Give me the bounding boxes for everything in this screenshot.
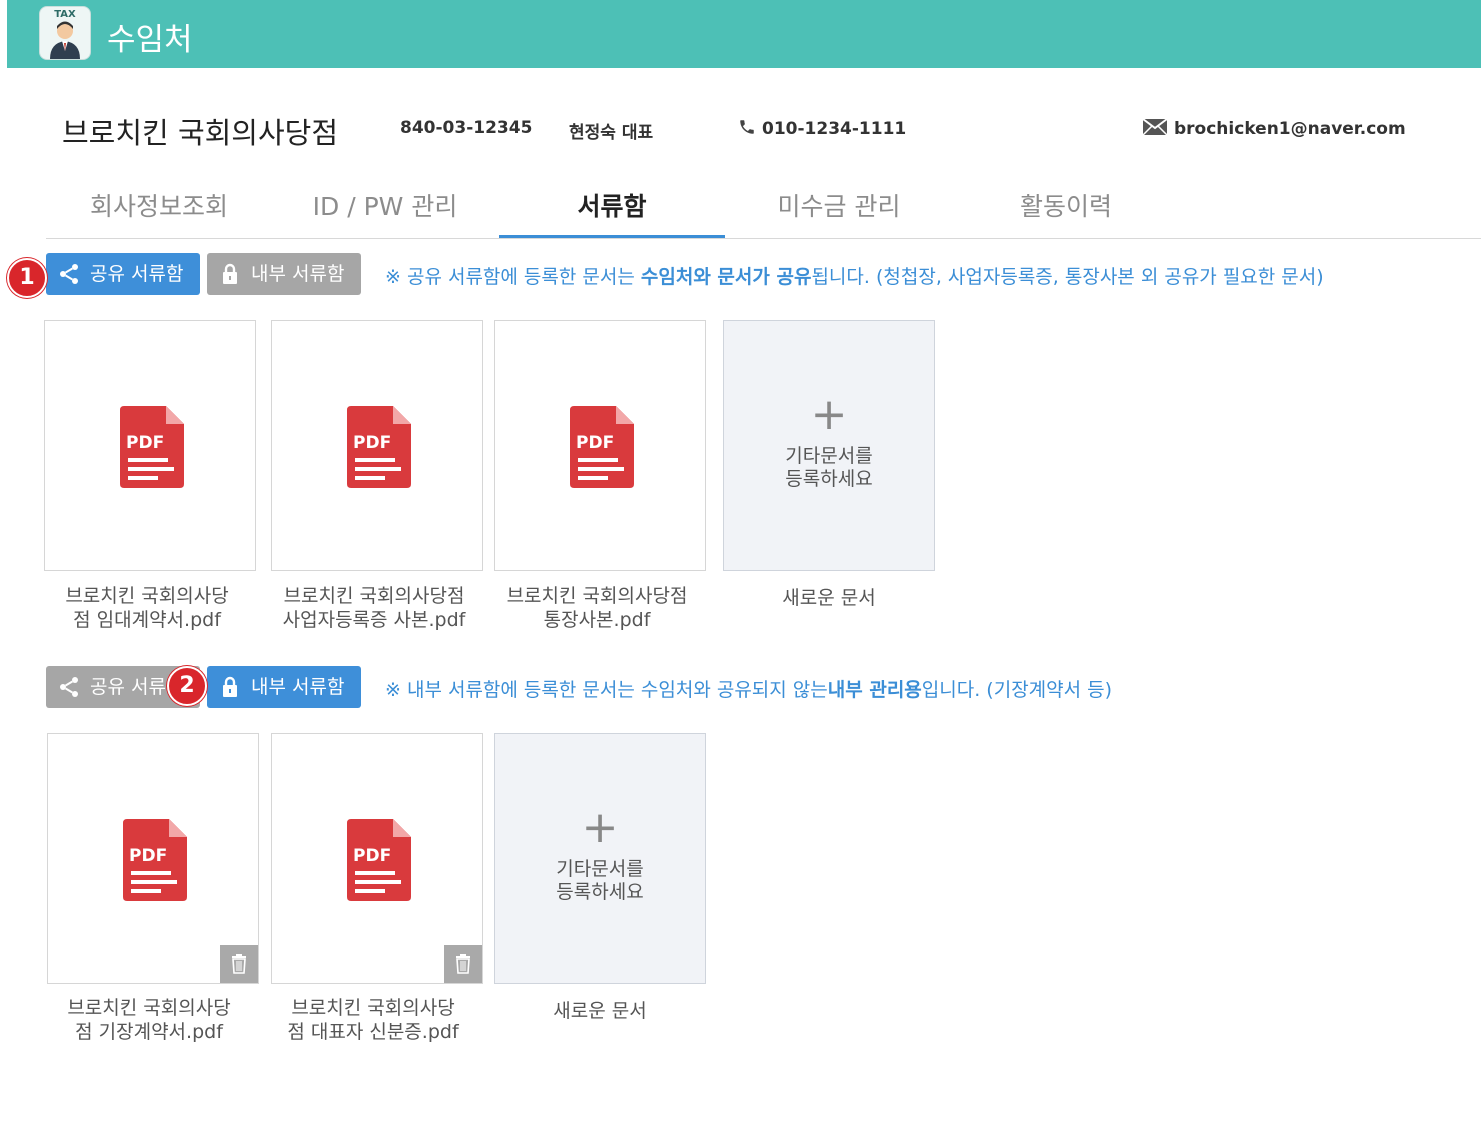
caption-line: 점 대표자 신분증.pdf <box>287 1021 459 1043</box>
notice-bold-text: 수임처와 문서가 공유 <box>640 266 812 288</box>
caption-line: 브로치킨 국회의사당 <box>291 997 455 1019</box>
document-caption: 브로치킨 국회의사당 점 임대계약서.pdf <box>34 584 260 632</box>
shared-folder-notice: ※ 공유 서류함에 등록한 문서는 수임처와 문서가 공유됩니다. (청첩장, … <box>385 262 1324 289</box>
page-title: 수임처 <box>107 22 193 58</box>
lock-icon <box>223 263 237 284</box>
pdf-file-icon: PDF <box>123 819 187 901</box>
svg-text:PDF: PDF <box>129 846 167 866</box>
caption-line: 브로치킨 국회의사당점 <box>283 585 465 607</box>
shared-folder-label: 공유 서류 <box>90 676 166 698</box>
notice-text: 됩니다. (청첩장, 사업자등록증, 통장사본 외 공유가 필요한 문서) <box>811 266 1324 288</box>
prompt-line: 기타문서를 <box>556 858 644 880</box>
tab-company-info[interactable]: 회사정보조회 <box>46 180 272 237</box>
document-card[interactable]: PDF <box>494 320 706 571</box>
shared-folder-label: 공유 서류함 <box>90 263 184 285</box>
phone-info: 010-1234-1111 <box>738 118 906 139</box>
internal-folder-button[interactable]: 내부 서류함 <box>207 666 361 708</box>
caption-line: 사업자등록증 사본.pdf <box>282 609 466 631</box>
step-badge-1: 1 <box>7 258 47 298</box>
document-caption: 브로치킨 국회의사당 점 기장계약서.pdf <box>36 996 262 1044</box>
trash-icon <box>232 954 246 974</box>
phone-number: 010-1234-1111 <box>762 119 907 139</box>
notice-text: ※ 공유 서류함에 등록한 문서는 <box>385 266 641 288</box>
new-document-caption: 새로운 문서 <box>782 587 876 609</box>
tax-accountant-logo-icon: TAX <box>39 6 91 60</box>
caption-line: 브로치킨 국회의사당 <box>67 997 231 1019</box>
internal-folder-label: 내부 서류함 <box>251 676 345 698</box>
caption-line: 점 기장계약서.pdf <box>75 1021 223 1043</box>
add-document-prompt: 기타문서를 등록하세요 <box>724 445 934 491</box>
step-badge-2: 2 <box>167 666 207 706</box>
business-number: 840-03-12345 <box>400 118 533 138</box>
notice-text: ※ 내부 서류함에 등록한 문서는 수임처와 공유되지 않는 <box>385 679 828 701</box>
caption-line: 브로치킨 국회의사당점 <box>506 585 688 607</box>
document-caption: 브로치킨 국회의사당 점 대표자 신분증.pdf <box>260 996 486 1044</box>
document-card[interactable]: PDF <box>271 733 483 984</box>
notice-text: 입니다. (기장계약서 등) <box>921 679 1113 701</box>
prompt-line: 등록하세요 <box>556 881 644 903</box>
trash-icon <box>456 954 470 974</box>
tab-bar: 회사정보조회 ID / PW 관리 서류함 미수금 관리 활동이력 <box>46 180 1481 239</box>
internal-folder-label: 내부 서류함 <box>251 263 345 285</box>
representative-name: 현정숙 대표 <box>569 123 654 143</box>
plus-icon: + <box>810 389 848 440</box>
delete-button[interactable] <box>220 945 258 983</box>
lock-icon <box>223 676 237 697</box>
email-info: brochicken1@naver.com <box>1142 118 1406 139</box>
caption-line: 브로치킨 국회의사당 <box>65 585 229 607</box>
internal-folder-notice: ※ 내부 서류함에 등록한 문서는 수임처와 공유되지 않는내부 관리용입니다.… <box>385 675 1112 702</box>
document-card[interactable]: PDF <box>271 320 483 571</box>
pdf-file-icon: PDF <box>347 819 411 901</box>
email-address: brochicken1@naver.com <box>1174 119 1406 139</box>
caption-line: 통장사본.pdf <box>543 609 651 631</box>
prompt-line: 등록하세요 <box>785 468 873 490</box>
pdf-file-icon: PDF <box>120 406 184 488</box>
notice-bold-text: 내부 관리용 <box>827 679 922 701</box>
tab-receivables[interactable]: 미수금 관리 <box>726 180 952 237</box>
document-caption: 브로치킨 국회의사당점 통장사본.pdf <box>484 584 710 632</box>
add-document-card[interactable]: + 기타문서를 등록하세요 <box>494 733 706 984</box>
prompt-line: 기타문서를 <box>785 445 873 467</box>
shared-folder-button[interactable]: 공유 서류함 <box>46 253 200 295</box>
document-card[interactable]: PDF <box>47 733 259 984</box>
svg-text:PDF: PDF <box>576 433 614 453</box>
add-document-prompt: 기타문서를 등록하세요 <box>495 858 705 904</box>
caption-line: 점 임대계약서.pdf <box>73 609 221 631</box>
svg-text:PDF: PDF <box>353 433 391 453</box>
plus-icon: + <box>581 802 619 853</box>
share-icon <box>60 264 78 284</box>
company-name: 브로치킨 국회의사당점 <box>62 116 339 150</box>
internal-folder-button[interactable]: 내부 서류함 <box>207 253 361 295</box>
pdf-file-icon: PDF <box>347 406 411 488</box>
new-document-caption: 새로운 문서 <box>553 1000 647 1022</box>
share-icon <box>60 677 78 697</box>
envelope-icon <box>1142 118 1168 136</box>
tab-id-pw[interactable]: ID / PW 관리 <box>272 180 498 237</box>
app-header: TAX 수임처 <box>7 0 1481 68</box>
phone-icon <box>740 120 754 134</box>
delete-button[interactable] <box>444 945 482 983</box>
svg-text:PDF: PDF <box>353 846 391 866</box>
add-document-card[interactable]: + 기타문서를 등록하세요 <box>723 320 935 571</box>
document-card[interactable]: PDF <box>44 320 256 571</box>
pdf-file-icon: PDF <box>570 406 634 488</box>
svg-text:PDF: PDF <box>126 433 164 453</box>
tab-documents[interactable]: 서류함 <box>499 180 725 238</box>
document-caption: 브로치킨 국회의사당점 사업자등록증 사본.pdf <box>261 584 487 632</box>
tab-activity-history[interactable]: 활동이력 <box>953 180 1179 237</box>
